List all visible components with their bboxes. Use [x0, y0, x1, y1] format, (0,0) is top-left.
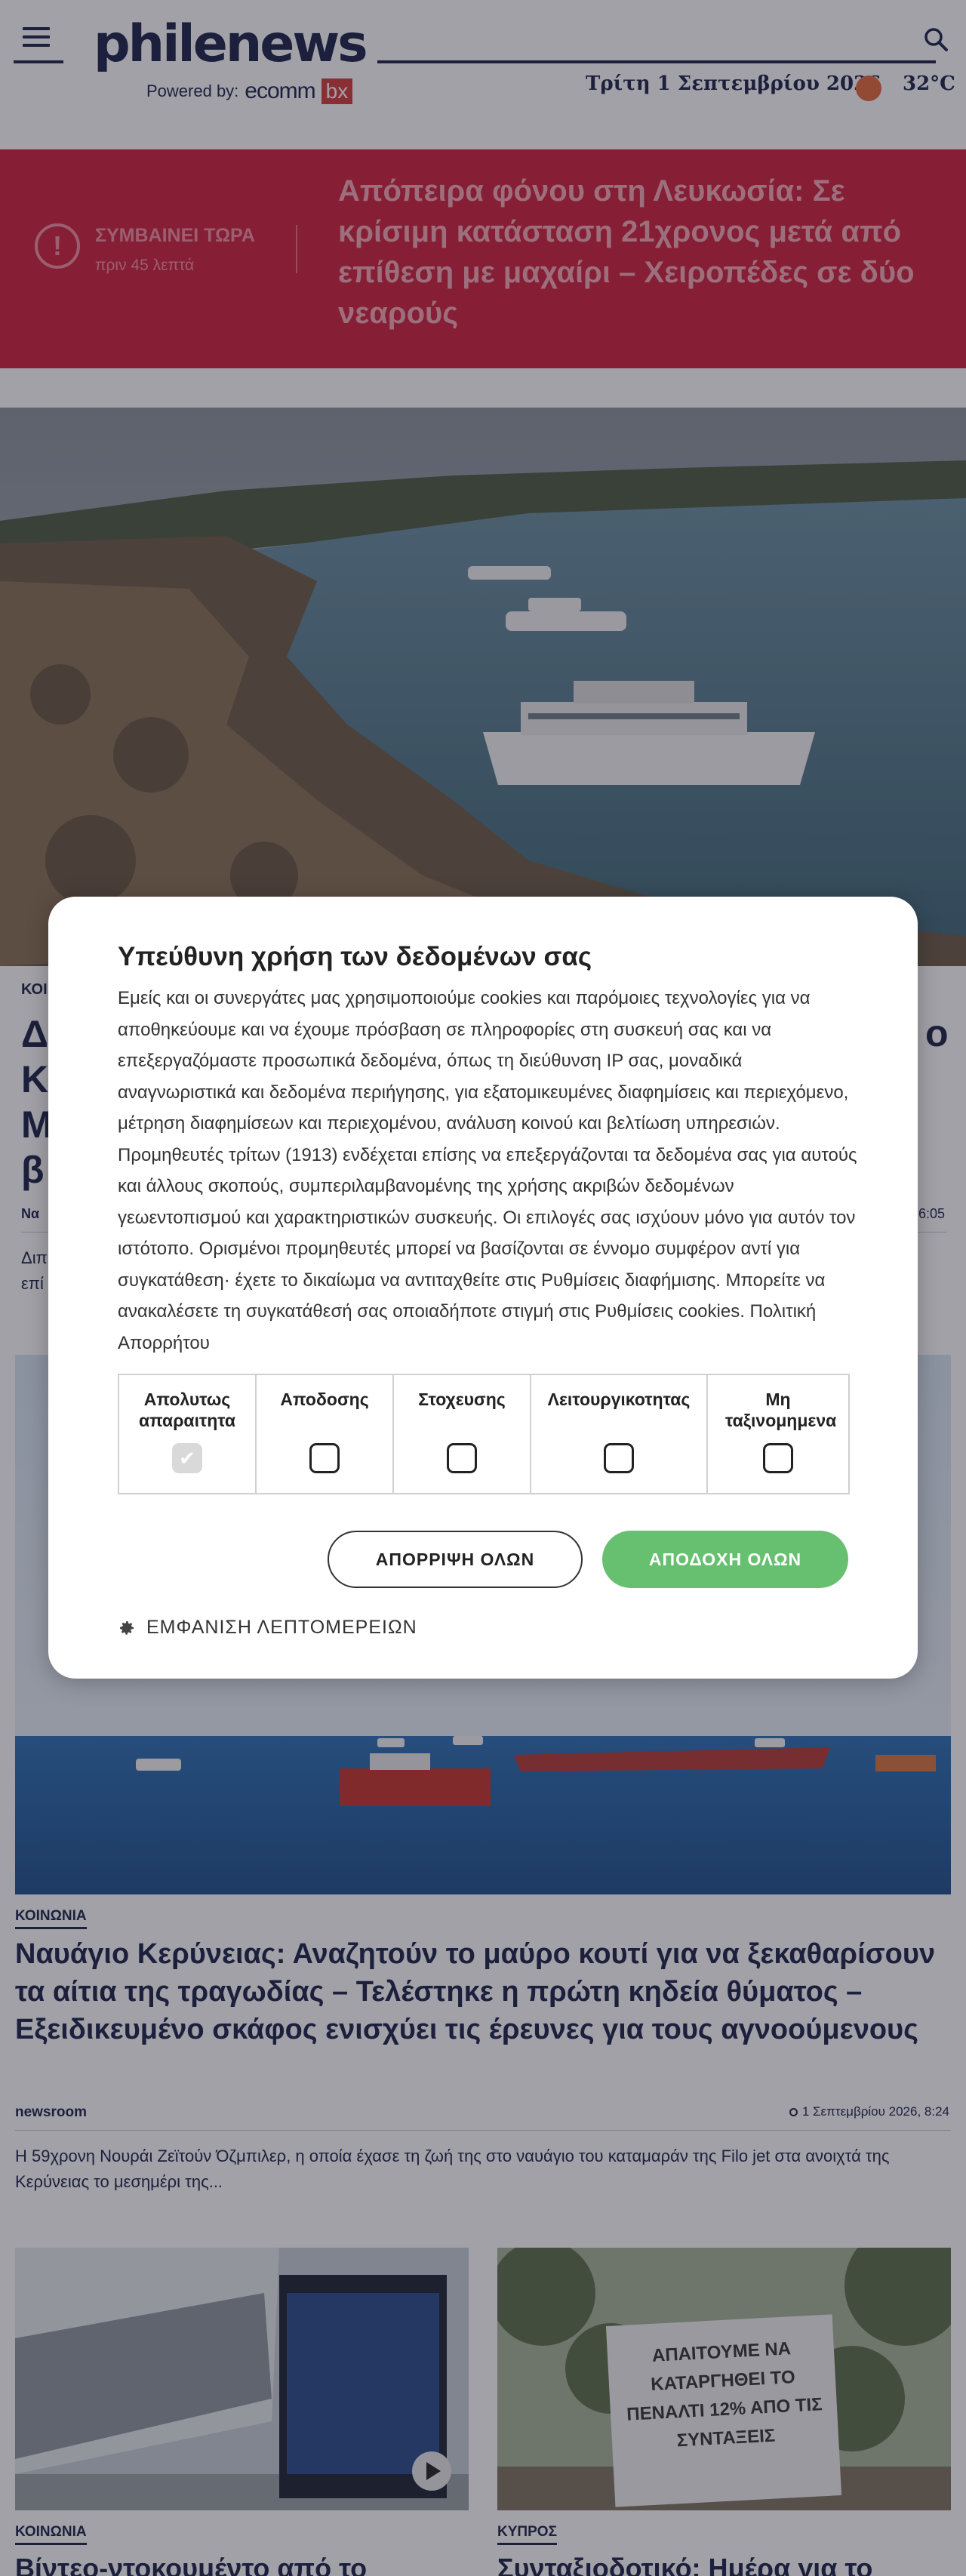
consent-category-label: Αποδοσης: [280, 1390, 369, 1409]
consent-category-necessary: Απολυτως απαραιτητα ✔: [119, 1375, 257, 1493]
cookie-consent-dialog: Υπεύθυνη χρήση των δεδομένων σας Εμείς κ…: [48, 897, 918, 1679]
show-details-label: ΕΜΦΑΝΙΣΗ ΛΕΠΤΟΜΕΡΕΙΩΝ: [146, 1617, 417, 1638]
checkbox-targeting[interactable]: [447, 1443, 477, 1473]
consent-category-functionality: Λειτουργικοτητας: [531, 1375, 708, 1493]
checkbox-unclassified[interactable]: [763, 1443, 793, 1473]
consent-title: Υπεύθυνη χρήση των δεδομένων σας: [118, 942, 592, 971]
checkbox-functionality[interactable]: [604, 1443, 634, 1473]
consent-text: Εμείς και οι συνεργάτες μας χρησιμοποιού…: [118, 988, 857, 1353]
checkbox-necessary: ✔: [172, 1443, 202, 1473]
consent-category-label: Στοχευσης: [418, 1390, 506, 1409]
consent-category-unclassified: Μη ταξινομημενα: [708, 1375, 848, 1493]
consent-category-performance: Αποδοσης: [257, 1375, 394, 1493]
gear-icon: [120, 1620, 134, 1635]
consent-category-label: Απολυτως απαραιτητα: [138, 1390, 236, 1430]
reject-all-button[interactable]: ΑΠΟΡΡΙΨΗ ΟΛΩΝ: [328, 1531, 583, 1588]
show-details-link[interactable]: ΕΜΦΑΝΙΣΗ ΛΕΠΤΟΜΕΡΕΙΩΝ: [118, 1617, 417, 1639]
consent-categories: Απολυτως απαραιτητα ✔ Αποδοσης Στοχευσης…: [118, 1374, 850, 1494]
accept-all-button[interactable]: ΑΠΟΔΟΧΗ ΟΛΩΝ: [602, 1531, 848, 1588]
consent-category-label: Λειτουργικοτητας: [547, 1390, 691, 1409]
consent-category-label: Μη ταξινομημενα: [725, 1390, 837, 1430]
consent-category-targeting: Στοχευσης: [394, 1375, 531, 1493]
checkbox-performance[interactable]: [309, 1443, 340, 1473]
